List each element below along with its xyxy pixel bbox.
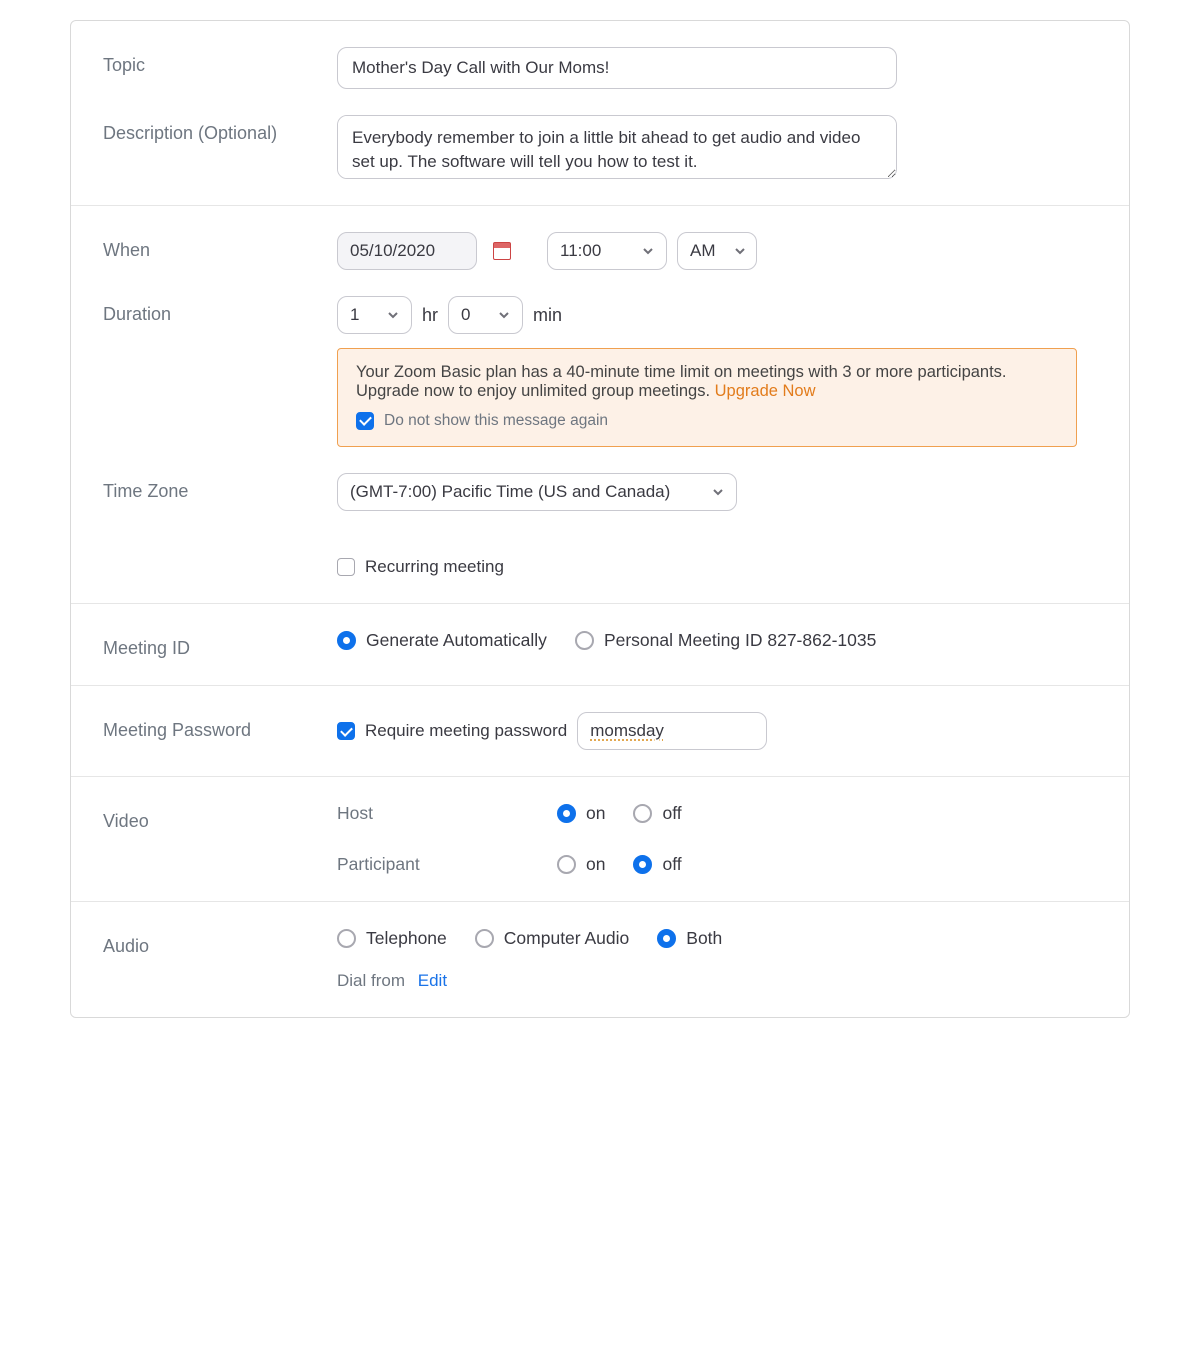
section-video: Video Host on off bbox=[71, 777, 1129, 902]
audio-both-label: Both bbox=[686, 928, 722, 949]
ampm-value: AM bbox=[690, 241, 716, 261]
meeting-password-input[interactable] bbox=[577, 712, 767, 750]
section-meeting-id: Meeting ID Generate Automatically Person… bbox=[71, 604, 1129, 686]
meeting-id-pmi-radio[interactable]: Personal Meeting ID 827-862-1035 bbox=[575, 630, 876, 651]
radio-icon bbox=[337, 929, 356, 948]
radio-icon bbox=[337, 631, 356, 650]
checkbox-icon bbox=[337, 722, 355, 740]
meeting-id-auto-label: Generate Automatically bbox=[366, 630, 547, 651]
meeting-id-pmi-label: Personal Meeting ID 827-862-1035 bbox=[604, 630, 876, 651]
require-password-label: Require meeting password bbox=[365, 721, 567, 741]
radio-icon bbox=[575, 631, 594, 650]
schedule-meeting-form: Topic Description (Optional) Everybody r… bbox=[70, 20, 1130, 1018]
hours-unit: hr bbox=[422, 305, 438, 326]
checkbox-icon bbox=[337, 558, 355, 576]
suppress-notice-checkbox[interactable]: Do not show this message again bbox=[356, 412, 608, 430]
video-label: Video bbox=[103, 803, 313, 832]
meeting-id-auto-radio[interactable]: Generate Automatically bbox=[337, 630, 547, 651]
checkbox-icon bbox=[356, 412, 374, 430]
recurring-checkbox[interactable]: Recurring meeting bbox=[337, 557, 1097, 577]
chevron-down-icon bbox=[642, 245, 654, 257]
radio-icon bbox=[557, 804, 576, 823]
chevron-down-icon bbox=[712, 486, 724, 498]
timezone-label: Time Zone bbox=[103, 473, 313, 502]
timezone-value: (GMT-7:00) Pacific Time (US and Canada) bbox=[350, 482, 670, 502]
host-video-off-radio[interactable]: off bbox=[633, 803, 681, 824]
date-input[interactable]: 05/10/2020 bbox=[337, 232, 477, 270]
duration-mins-select[interactable]: 0 bbox=[448, 296, 523, 334]
section-basic: Topic Description (Optional) Everybody r… bbox=[71, 21, 1129, 206]
audio-both-radio[interactable]: Both bbox=[657, 928, 722, 949]
time-select[interactable]: 11:00 bbox=[547, 232, 667, 270]
description-label: Description (Optional) bbox=[103, 115, 313, 144]
ampm-select[interactable]: AM bbox=[677, 232, 757, 270]
on-label: on bbox=[586, 854, 605, 875]
chevron-down-icon bbox=[498, 309, 510, 321]
duration-mins-value: 0 bbox=[461, 305, 470, 325]
topic-label: Topic bbox=[103, 47, 313, 76]
audio-telephone-radio[interactable]: Telephone bbox=[337, 928, 447, 949]
date-value: 05/10/2020 bbox=[350, 241, 435, 261]
video-participant-label: Participant bbox=[337, 854, 547, 875]
duration-hours-value: 1 bbox=[350, 305, 359, 325]
radio-icon bbox=[657, 929, 676, 948]
dial-from-edit-link[interactable]: Edit bbox=[410, 971, 447, 990]
on-label: on bbox=[586, 803, 605, 824]
meeting-id-label: Meeting ID bbox=[103, 630, 313, 659]
audio-computer-radio[interactable]: Computer Audio bbox=[475, 928, 630, 949]
chevron-down-icon bbox=[387, 309, 399, 321]
radio-icon bbox=[633, 804, 652, 823]
duration-label: Duration bbox=[103, 296, 313, 325]
radio-icon bbox=[475, 929, 494, 948]
video-host-label: Host bbox=[337, 803, 547, 824]
section-audio: Audio Telephone Computer Audio Both bbox=[71, 902, 1129, 1017]
dial-from-label: Dial from bbox=[337, 971, 405, 990]
upgrade-now-link[interactable]: Upgrade Now bbox=[715, 382, 816, 400]
section-password: Meeting Password Require meeting passwor… bbox=[71, 686, 1129, 777]
require-password-checkbox[interactable]: Require meeting password bbox=[337, 721, 567, 741]
calendar-icon[interactable] bbox=[493, 242, 511, 260]
off-label: off bbox=[662, 803, 681, 824]
mins-unit: min bbox=[533, 305, 562, 326]
audio-computer-label: Computer Audio bbox=[504, 928, 630, 949]
when-label: When bbox=[103, 232, 313, 261]
host-video-on-radio[interactable]: on bbox=[557, 803, 605, 824]
off-label: off bbox=[662, 854, 681, 875]
recurring-label: Recurring meeting bbox=[365, 557, 504, 577]
topic-input[interactable] bbox=[337, 47, 897, 89]
suppress-notice-label: Do not show this message again bbox=[384, 412, 608, 430]
meeting-pw-label: Meeting Password bbox=[103, 712, 313, 741]
time-value: 11:00 bbox=[560, 241, 601, 261]
duration-hours-select[interactable]: 1 bbox=[337, 296, 412, 334]
audio-telephone-label: Telephone bbox=[366, 928, 447, 949]
section-when: When 05/10/2020 11:00 AM bbox=[71, 206, 1129, 604]
audio-label: Audio bbox=[103, 928, 313, 957]
participant-video-off-radio[interactable]: off bbox=[633, 854, 681, 875]
timezone-select[interactable]: (GMT-7:00) Pacific Time (US and Canada) bbox=[337, 473, 737, 511]
description-textarea[interactable]: Everybody remember to join a little bit … bbox=[337, 115, 897, 179]
chevron-down-icon bbox=[734, 245, 746, 257]
participant-video-on-radio[interactable]: on bbox=[557, 854, 605, 875]
radio-icon bbox=[633, 855, 652, 874]
notice-text: Your Zoom Basic plan has a 40-minute tim… bbox=[356, 363, 1007, 400]
radio-icon bbox=[557, 855, 576, 874]
upgrade-notice: Your Zoom Basic plan has a 40-minute tim… bbox=[337, 348, 1077, 447]
